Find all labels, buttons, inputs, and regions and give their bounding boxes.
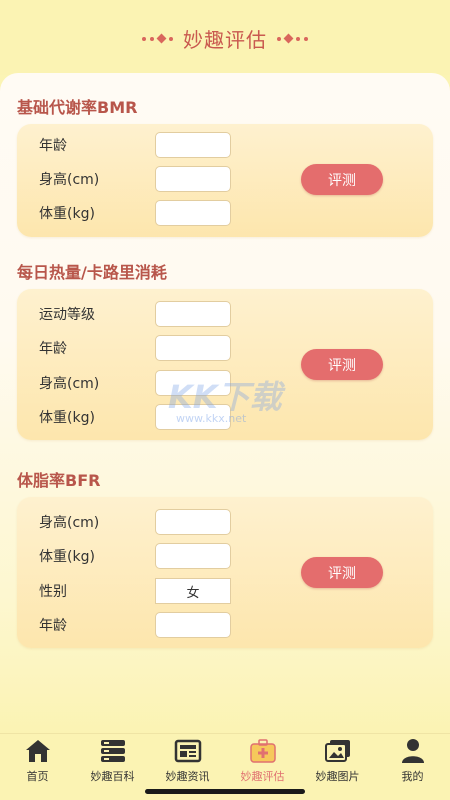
bmr-age-label: 年龄	[39, 138, 67, 154]
tab-encyclopedia[interactable]: 妙趣百科	[75, 738, 150, 784]
medical-kit-icon	[249, 738, 277, 764]
bmr-age-row: 年龄	[39, 132, 231, 158]
gallery-icon	[324, 738, 352, 764]
calorie-height-row: 身高(cm)	[39, 370, 231, 396]
tab-home[interactable]: 首页	[0, 738, 75, 784]
tab-home-label: 首页	[26, 770, 49, 783]
calorie-activity-input[interactable]	[155, 301, 231, 327]
bfr-gender-row: 性别 女	[39, 578, 231, 604]
bfr-gender-select[interactable]: 女	[155, 578, 231, 604]
bmr-weight-label: 体重(kg)	[39, 206, 95, 222]
bmr-weight-input[interactable]	[155, 200, 231, 226]
bmr-evaluate-button[interactable]: 评测	[301, 164, 383, 195]
calorie-weight-label: 体重(kg)	[39, 410, 95, 426]
content-panel: 基础代谢率BMR 年龄 身高(cm) 体重(kg) 评测 每日热量/卡路里消耗 …	[0, 73, 450, 733]
bmr-age-input[interactable]	[155, 132, 231, 158]
calorie-card: 运动等级 年龄 身高(cm) 体重(kg) 评测	[17, 289, 433, 440]
bfr-age-input[interactable]	[155, 612, 231, 638]
calorie-age-label: 年龄	[39, 341, 67, 357]
calorie-age-input[interactable]	[155, 335, 231, 361]
bfr-height-input[interactable]	[155, 509, 231, 535]
tab-news[interactable]: 妙趣资讯	[150, 738, 225, 784]
calorie-height-label: 身高(cm)	[39, 376, 100, 392]
tab-evaluation-label: 妙趣评估	[240, 770, 285, 783]
bmr-height-label: 身高(cm)	[39, 172, 100, 188]
user-icon	[399, 738, 427, 764]
bfr-section-title: 体脂率BFR	[17, 471, 101, 490]
home-icon	[24, 738, 52, 764]
tab-evaluation[interactable]: 妙趣评估	[225, 738, 300, 784]
bfr-gender-label: 性别	[39, 584, 67, 600]
database-icon	[99, 738, 127, 764]
bmr-section-title: 基础代谢率BMR	[17, 98, 138, 117]
bfr-height-row: 身高(cm)	[39, 509, 231, 535]
tab-encyclopedia-label: 妙趣百科	[90, 770, 135, 783]
bmr-card: 年龄 身高(cm) 体重(kg) 评测	[17, 124, 433, 237]
header: 妙趣评估	[0, 0, 450, 75]
calorie-weight-input[interactable]	[155, 404, 231, 430]
home-indicator[interactable]	[145, 789, 305, 794]
calorie-section-title: 每日热量/卡路里消耗	[17, 263, 167, 282]
news-icon	[174, 738, 202, 764]
bmr-height-input[interactable]	[155, 166, 231, 192]
right-decoration	[277, 33, 308, 44]
tab-gallery-label: 妙趣图片	[315, 770, 360, 783]
calorie-height-input[interactable]	[155, 370, 231, 396]
tab-mine[interactable]: 我的	[375, 738, 450, 784]
title-wrap: 妙趣评估	[142, 24, 308, 53]
left-decoration	[142, 33, 173, 44]
page-title: 妙趣评估	[183, 28, 267, 52]
bfr-age-row: 年龄	[39, 612, 231, 638]
calorie-age-row: 年龄	[39, 335, 231, 361]
tab-gallery[interactable]: 妙趣图片	[300, 738, 375, 784]
bmr-height-row: 身高(cm)	[39, 166, 231, 192]
tab-news-label: 妙趣资讯	[165, 770, 210, 783]
bfr-weight-row: 体重(kg)	[39, 543, 231, 569]
tab-mine-label: 我的	[401, 770, 424, 783]
bfr-age-label: 年龄	[39, 618, 67, 634]
calorie-evaluate-button[interactable]: 评测	[301, 349, 383, 380]
bfr-card: 身高(cm) 体重(kg) 性别 女 年龄 评测	[17, 497, 433, 648]
bfr-height-label: 身高(cm)	[39, 515, 100, 531]
bfr-evaluate-button[interactable]: 评测	[301, 557, 383, 588]
calorie-weight-row: 体重(kg)	[39, 404, 231, 430]
calorie-activity-label: 运动等级	[39, 307, 95, 323]
bmr-weight-row: 体重(kg)	[39, 200, 231, 226]
calorie-activity-row: 运动等级	[39, 301, 231, 327]
bfr-weight-input[interactable]	[155, 543, 231, 569]
bfr-weight-label: 体重(kg)	[39, 549, 95, 565]
